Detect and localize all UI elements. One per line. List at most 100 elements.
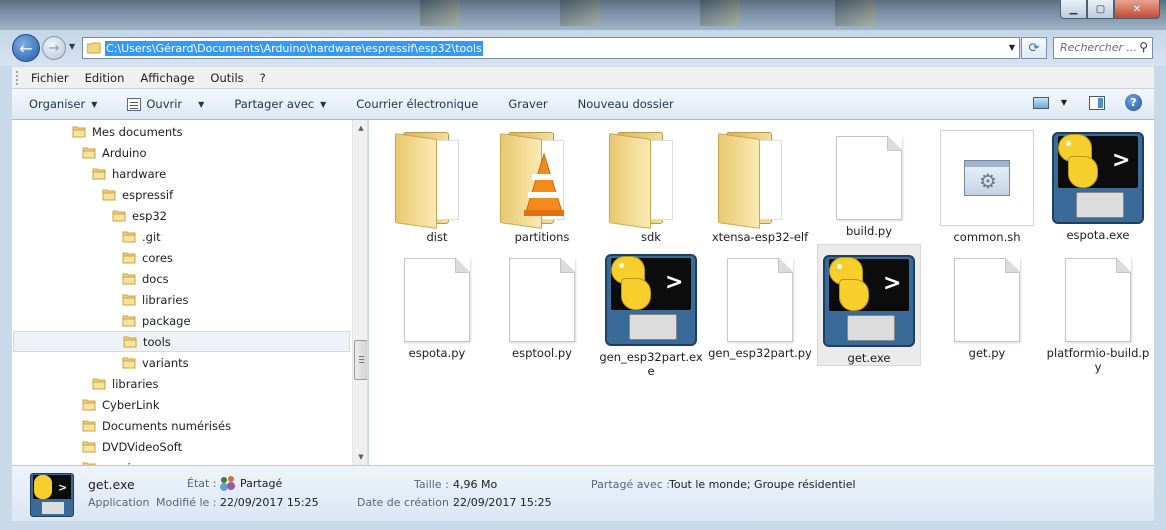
file-label: esptool.py	[512, 346, 572, 360]
file-item[interactable]: partitions	[490, 122, 594, 244]
file-item[interactable]: dist	[385, 122, 489, 244]
detail-modifie-label: Modifié le :	[156, 496, 217, 509]
close-button[interactable]: ✕	[1114, 0, 1160, 19]
search-icon[interactable]: ⚲	[1139, 40, 1148, 54]
scroll-down-icon[interactable]: ▼	[354, 450, 367, 464]
file-label: gen_esp32part.exe	[599, 350, 703, 378]
tree-item-label: libraries	[112, 376, 159, 391]
file-item[interactable]: gen_esp32part.py	[708, 244, 812, 360]
address-bar[interactable]: C:\Users\Gérard\Documents\Arduino\hardwa…	[82, 37, 1020, 59]
back-button[interactable]: ←	[12, 34, 40, 62]
folder-icon	[102, 189, 116, 200]
menu-help[interactable]: ?	[252, 71, 274, 85]
tree-item[interactable]: Arduino	[82, 142, 147, 163]
address-dropdown-icon[interactable]: ▼	[1009, 43, 1015, 52]
document-icon	[727, 258, 793, 342]
nouveau-dossier-button[interactable]: Nouveau dossier	[578, 97, 674, 111]
tree-item[interactable]: CyberLink	[82, 394, 160, 415]
tree-item[interactable]: esp32	[112, 205, 167, 226]
tree-item[interactable]: hardware	[92, 163, 166, 184]
background-decoration	[700, 0, 740, 26]
background-decoration	[420, 0, 460, 26]
tree-item[interactable]: espressif	[102, 184, 173, 205]
folder-icon	[82, 441, 96, 452]
tree-item[interactable]: package	[122, 310, 191, 331]
tree-item[interactable]: docs	[122, 268, 169, 289]
shared-users-icon	[220, 476, 236, 489]
detail-type: Application	[88, 496, 150, 509]
file-label: espota.exe	[1066, 228, 1130, 242]
scroll-thumb[interactable]	[354, 340, 367, 380]
address-path[interactable]: C:\Users\Gérard\Documents\Arduino\hardwa…	[105, 40, 483, 56]
folder-icon	[607, 130, 695, 229]
tree-item[interactable]: libraries	[92, 373, 158, 394]
folder-icon	[122, 252, 136, 263]
recent-pages-dropdown[interactable]: ▼	[69, 42, 75, 51]
folder-icon	[393, 130, 481, 229]
file-item[interactable]: > gen_esp32part.exe	[599, 244, 703, 378]
tree-item[interactable]: cores	[122, 247, 173, 268]
tree-item[interactable]: tools	[13, 331, 350, 352]
tree-item-label: Arduino	[102, 145, 147, 160]
python-exe-icon: >	[605, 254, 697, 346]
document-icon	[836, 136, 902, 220]
document-icon	[509, 258, 575, 342]
folder-icon	[92, 168, 106, 179]
tree-item[interactable]: .git	[122, 226, 161, 247]
forward-button[interactable]: →	[42, 36, 66, 60]
file-item[interactable]: build.py	[817, 122, 921, 238]
tree-item-label: tools	[143, 334, 171, 349]
file-item[interactable]: > espota.exe	[1046, 122, 1150, 242]
menu-outils[interactable]: Outils	[202, 71, 251, 85]
maximize-button[interactable]: ▢	[1087, 0, 1114, 19]
detail-etat-value: Partagé	[220, 476, 282, 490]
file-label: espota.py	[408, 346, 466, 360]
file-item[interactable]: ⚙ common.sh	[935, 122, 1039, 244]
menu-bar: Fichier Edition Affichage Outils ?	[12, 66, 1154, 88]
menu-fichier[interactable]: Fichier	[23, 71, 77, 85]
folder-icon	[82, 420, 96, 431]
title-bar: ▁ ▢ ✕	[0, 0, 1166, 30]
file-item[interactable]: sdk	[599, 122, 703, 244]
python-exe-icon: >	[30, 473, 74, 517]
tree-item[interactable]: Mes documents	[72, 121, 183, 142]
tree-item[interactable]: Documents numérisés	[82, 415, 231, 436]
file-item[interactable]: espota.py	[385, 244, 489, 360]
courrier-button[interactable]: Courrier électronique	[356, 97, 478, 111]
minimize-button[interactable]: ▁	[1060, 0, 1087, 19]
ouvrir-button[interactable]: Ouvrir ▼	[127, 97, 204, 111]
file-item[interactable]: get.py	[935, 244, 1039, 360]
file-item[interactable]: > get.exe	[817, 244, 921, 366]
detail-creation-value: 22/09/2017 15:25	[453, 496, 552, 509]
document-icon	[404, 258, 470, 342]
folder-icon	[92, 378, 106, 389]
detail-taille-label: Taille :	[414, 478, 449, 491]
tree-item[interactable]: e-anim	[82, 457, 142, 465]
folder-icon	[82, 147, 96, 158]
help-icon[interactable]: ?	[1125, 94, 1142, 111]
graver-button[interactable]: Graver	[508, 97, 547, 111]
search-input[interactable]: Rechercher ... ⚲	[1053, 37, 1153, 59]
nav-scrollbar[interactable]: ▲ ▼	[352, 120, 367, 465]
chevron-down-icon: ▼	[320, 99, 327, 109]
tree-item[interactable]: libraries	[122, 289, 188, 310]
view-dropdown-icon[interactable]: ▼	[1061, 98, 1067, 107]
scroll-up-icon[interactable]: ▲	[354, 121, 367, 135]
file-item[interactable]: xtensa-esp32-elf	[708, 122, 812, 244]
tree-item-label: variants	[142, 355, 189, 370]
file-item[interactable]: platformio-build.py	[1046, 244, 1150, 374]
menu-edition[interactable]: Edition	[77, 71, 133, 85]
menu-affichage[interactable]: Affichage	[132, 71, 202, 85]
tree-item-label: docs	[142, 271, 169, 286]
preview-pane-icon[interactable]	[1089, 95, 1105, 110]
change-view-icon[interactable]	[1032, 96, 1049, 109]
tree-item[interactable]: variants	[122, 352, 189, 373]
tree-item-label: hardware	[112, 166, 167, 181]
refresh-button[interactable]: ⟳	[1021, 37, 1047, 59]
tree-item-label: Mes documents	[92, 124, 183, 139]
partager-button[interactable]: Partager avec ▼	[234, 97, 326, 111]
file-item[interactable]: esptool.py	[490, 244, 594, 360]
python-exe-icon: >	[823, 255, 915, 347]
organiser-button[interactable]: Organiser ▼	[29, 97, 97, 111]
tree-item[interactable]: DVDVideoSoft	[82, 436, 182, 457]
